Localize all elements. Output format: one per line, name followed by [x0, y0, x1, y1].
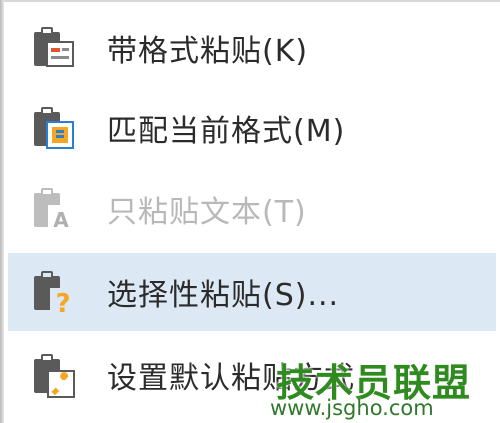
menu-top-border: [4, 0, 500, 2]
menu-left-edge: [0, 0, 4, 423]
menu-item-label: 只粘贴文本(T): [107, 195, 307, 230]
paste-default-settings-icon: [34, 354, 75, 398]
svg-text:?: ?: [55, 289, 70, 316]
paste-special-icon: ?: [34, 271, 74, 316]
menu-item-paste-special[interactable]: ? 选择性粘贴(S)...: [8, 253, 496, 331]
paste-keep-format-icon: [34, 27, 74, 67]
menu-item-paste-match-format[interactable]: 匹配当前格式(M): [8, 89, 496, 167]
menu-item-label: 选择性粘贴(S)...: [107, 278, 340, 313]
menu-item-paste-keep-format[interactable]: 带格式粘贴(K): [8, 9, 496, 87]
paste-match-format-icon: [34, 107, 74, 149]
svg-text:A: A: [53, 208, 69, 232]
watermark: 技术员联盟 www.jsgho.com: [270, 352, 470, 422]
menu-item-label: 匹配当前格式(M): [107, 114, 346, 149]
paste-context-menu: 带格式粘贴(K) 匹配当前格式(M) A 只粘贴文本(T) ? 选择性粘贴(S)…: [0, 0, 500, 423]
menu-item-label: 带格式粘贴(K): [107, 34, 309, 69]
watermark-url: www.jsgho.com: [270, 396, 434, 420]
paste-text-only-icon: A: [34, 188, 74, 232]
menu-item-paste-text-only[interactable]: A 只粘贴文本(T): [8, 170, 496, 248]
